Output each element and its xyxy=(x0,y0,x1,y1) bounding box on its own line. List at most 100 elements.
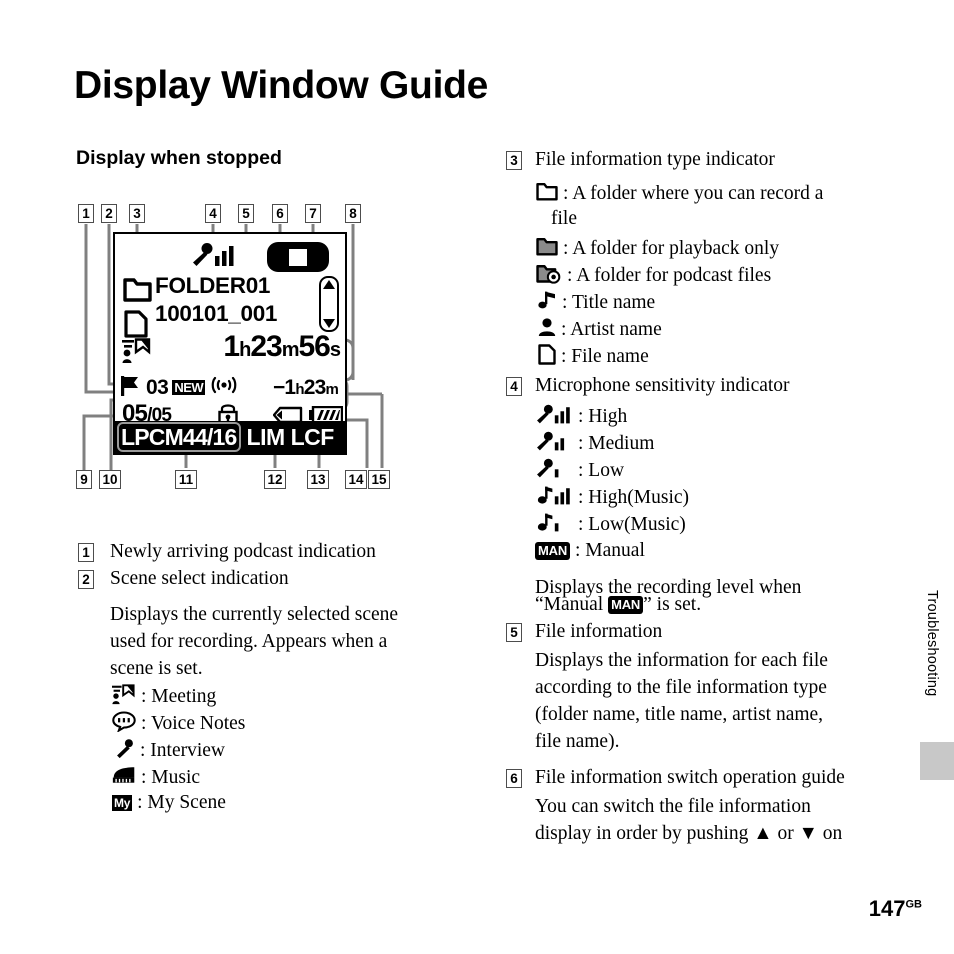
scene-my-scene-row: My : My Scene xyxy=(112,792,226,814)
manual-label: : Manual xyxy=(575,540,645,561)
elapsed-minutes: 23 xyxy=(250,330,282,363)
list-num-1: 1 xyxy=(78,543,94,562)
callout-6: 6 xyxy=(272,204,288,223)
folder-recordable-label: : A folder where you can record a xyxy=(563,182,824,204)
file-page-icon xyxy=(538,344,556,370)
limiter-label: LIM xyxy=(246,423,286,450)
track-mark-count: 03 xyxy=(146,375,169,399)
music-high-label: : High(Music) xyxy=(578,487,690,508)
music-low-row: : Low(Music) xyxy=(535,512,686,538)
track-mark-flag-icon xyxy=(121,374,142,401)
lcd-status-bar: LPCM44/16 LIM LCF xyxy=(115,421,345,453)
lowcut-filter-label: LCF xyxy=(290,423,335,450)
music-high-row: : High(Music) xyxy=(535,485,689,511)
folder-playback-icon xyxy=(536,236,558,261)
list-body-6-line-2: display in order by pushing ▲ or ▼ on xyxy=(535,823,843,844)
manual-quote-pre: “Manual xyxy=(535,594,609,615)
mic-medium-icon xyxy=(535,431,573,457)
callout-14: 14 xyxy=(345,470,367,489)
music-low-label: : Low(Music) xyxy=(578,514,686,535)
page-title: Display Window Guide xyxy=(74,64,489,107)
list-body-5-line-3: (folder name, title name, artist name, xyxy=(535,704,824,725)
mic-high-row: : High xyxy=(535,404,627,430)
file-page-row: : File name xyxy=(538,344,649,370)
scene-my-scene-icon: My xyxy=(112,795,133,811)
list-body-2-line-3: scene is set. xyxy=(110,658,203,679)
callout-4: 4 xyxy=(205,204,221,223)
list-heading-5: File information xyxy=(535,621,663,642)
remain-minutes-unit: m xyxy=(325,381,338,398)
remain-hours-unit: h xyxy=(295,381,304,398)
lcd-folder-name: FOLDER01 xyxy=(155,273,271,298)
mic-low-icon xyxy=(535,458,573,484)
callout-13: 13 xyxy=(307,470,329,489)
mic-low-row: : Low xyxy=(535,458,624,484)
callout-3: 3 xyxy=(129,204,145,223)
scene-voice-notes-icon xyxy=(112,711,136,737)
folder-podcast-label: : A folder for podcast files xyxy=(567,265,772,286)
music-low-icon xyxy=(535,512,573,538)
scene-interview-row: : Interview xyxy=(114,738,225,764)
remain-sign-hours: −1 xyxy=(272,376,296,399)
list-body-6-line-1: You can switch the file information xyxy=(535,796,811,817)
scroll-updown-icon xyxy=(319,276,339,332)
scene-music-row: : Music xyxy=(112,765,200,790)
list-body-5-line-1: Displays the information for each file xyxy=(535,650,828,671)
elapsed-seconds-unit: s xyxy=(329,339,341,361)
callout-12: 12 xyxy=(264,470,286,489)
callout-2: 2 xyxy=(101,204,117,223)
list-heading-2: Scene select indication xyxy=(110,568,289,589)
list-num-4: 4 xyxy=(506,377,522,396)
scene-meeting-label: : Meeting xyxy=(141,686,217,707)
list-body-2-line-2: used for recording. Appears when a xyxy=(110,631,388,652)
folder-recordable-icon xyxy=(536,181,558,206)
page-number: 147GB xyxy=(869,896,922,922)
elapsed-hours: 1 xyxy=(223,330,240,363)
folder-podcast-icon xyxy=(536,263,562,289)
man-badge-icon-inline: MAN xyxy=(608,596,644,614)
lcd-display-illustration: FOLDER01 100101_001 1h23m56s 03 NEW −1h2… xyxy=(113,232,347,455)
elapsed-minutes-unit: m xyxy=(281,339,300,361)
mic-high-label: : High xyxy=(578,406,628,427)
list-num-5: 5 xyxy=(506,623,522,642)
music-high-icon xyxy=(535,485,573,511)
list-num-2: 2 xyxy=(78,570,94,589)
list-heading-3: File information type indicator xyxy=(535,149,775,170)
page-number-suffix: GB xyxy=(905,898,923,911)
section-heading: Display when stopped xyxy=(76,147,282,169)
remain-minutes: 23 xyxy=(303,376,327,399)
artist-person-icon xyxy=(538,317,556,342)
alarm-icon xyxy=(209,375,239,400)
list-heading-6: File information switch operation guide xyxy=(535,767,845,788)
man-badge-icon: MAN xyxy=(535,542,571,560)
folder-playback-row: : A folder for playback only xyxy=(536,236,779,261)
folder-recordable-icon xyxy=(123,276,152,307)
scene-music-label: : Music xyxy=(141,766,201,788)
artist-person-label: : Artist name xyxy=(561,318,662,340)
music-note-label: : Title name xyxy=(562,291,656,313)
folder-recordable-row: : A folder where you can record a xyxy=(536,181,823,206)
list-body-4-line-2: “Manual MAN” is set. xyxy=(535,594,701,616)
mic-high-icon xyxy=(191,242,237,273)
scene-meeting-icon xyxy=(112,684,136,710)
page-number-value: 147 xyxy=(868,896,906,921)
scene-my-scene-label: : My Scene xyxy=(137,792,226,813)
callout-9: 9 xyxy=(76,470,92,489)
codec-badge: LPCM44/16 xyxy=(117,422,241,452)
file-page-label: : File name xyxy=(561,346,649,367)
folder-recordable-label-cont: file xyxy=(551,208,577,229)
list-num-6: 6 xyxy=(506,769,522,788)
callout-11: 11 xyxy=(175,470,197,489)
new-badge: NEW xyxy=(172,380,206,395)
list-body-5-line-4: file name). xyxy=(535,731,620,752)
callout-8: 8 xyxy=(345,204,361,223)
list-body-2-line-1: Displays the currently selected scene xyxy=(110,604,399,625)
list-body-5-line-2: according to the file information type xyxy=(535,677,827,698)
folder-podcast-row: : A folder for podcast files xyxy=(536,263,771,289)
mic-medium-row: : Medium xyxy=(535,431,654,457)
callout-5: 5 xyxy=(238,204,254,223)
scene-voice-notes-label: : Voice Notes xyxy=(141,713,246,734)
list-num-3: 3 xyxy=(506,151,522,170)
scene-interview-icon xyxy=(114,738,135,764)
scene-voice-notes-row: : Voice Notes xyxy=(112,711,245,737)
